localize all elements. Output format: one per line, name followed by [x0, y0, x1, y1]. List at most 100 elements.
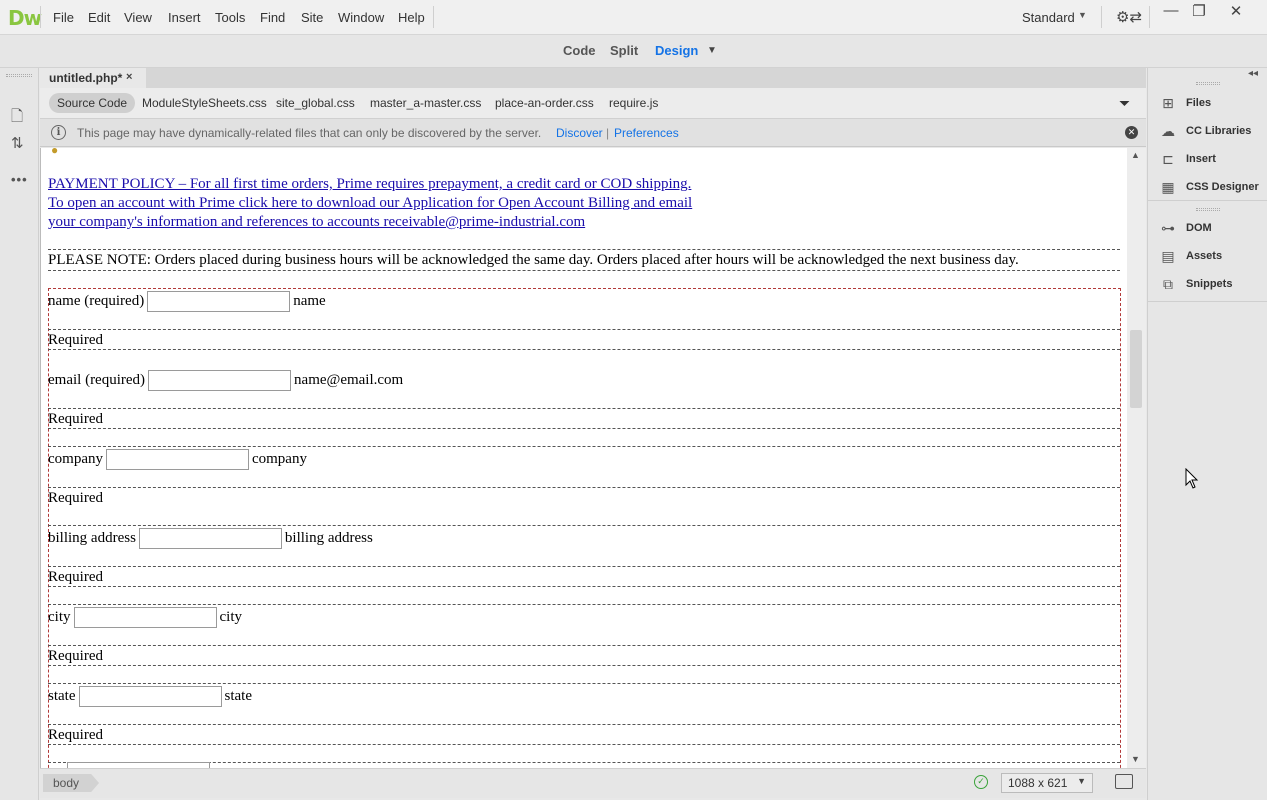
minimize-icon[interactable]: — — [1158, 2, 1184, 19]
grip-handle[interactable] — [6, 74, 32, 77]
menu-file[interactable]: File — [53, 10, 74, 25]
dashed-divider — [48, 270, 1120, 271]
status-bar: body ✓ 1088 x 621 ▼ — [40, 768, 1146, 798]
divider — [1148, 301, 1267, 302]
dashed-divider — [48, 329, 1120, 330]
chevron-down-icon[interactable]: ▼ — [1078, 10, 1087, 20]
related-file[interactable]: require.js — [609, 96, 658, 110]
view-design-button[interactable]: Design — [655, 43, 698, 58]
assets-icon: ▤ — [1161, 247, 1175, 264]
left-toolbar: 🗋 ⇅ ••• — [0, 68, 39, 800]
field-label: name (required) — [48, 293, 145, 309]
state-input[interactable] — [78, 686, 222, 707]
field-label: email (required) — [48, 372, 146, 388]
vertical-scrollbar[interactable]: ▲ ▼ — [1127, 148, 1146, 768]
menu-help[interactable]: Help — [398, 10, 425, 25]
grip-handle[interactable] — [1196, 82, 1220, 85]
tag-selector-body[interactable]: body — [43, 774, 100, 792]
related-file[interactable]: site_global.css — [276, 96, 355, 110]
dashed-divider — [48, 604, 1120, 605]
billing-address-input[interactable] — [138, 528, 282, 549]
live-preview-icon[interactable] — [1115, 774, 1133, 789]
grip-handle[interactable] — [1196, 208, 1220, 211]
menu-tools[interactable]: Tools — [215, 10, 245, 25]
panel-dom[interactable]: ⊶ DOM — [1158, 217, 1212, 239]
info-icon: i — [51, 125, 66, 140]
discover-link[interactable]: Discover — [556, 126, 603, 140]
panel-css-designer[interactable]: ▦ CSS Designer — [1158, 176, 1258, 198]
form-row-email: email (required) name@email.com — [48, 370, 403, 391]
field-label: city — [48, 609, 71, 625]
company-input[interactable] — [105, 449, 249, 470]
close-icon[interactable]: × — [126, 71, 132, 83]
scroll-up-icon[interactable]: ▲ — [1131, 150, 1140, 160]
related-file[interactable]: place-an-order.css — [495, 96, 594, 110]
close-icon[interactable]: ✕ — [1223, 2, 1249, 20]
divider — [1149, 6, 1150, 28]
divider — [1101, 6, 1102, 28]
file-transfer-icon[interactable]: ⇅ — [11, 134, 24, 152]
required-text: Required — [48, 648, 103, 664]
panel-insert[interactable]: ⊏ Insert — [1158, 148, 1216, 170]
sync-settings-icon[interactable]: ⚙⇄ — [1116, 8, 1142, 26]
panel-cc-libraries[interactable]: ☁ CC Libraries — [1158, 120, 1251, 142]
divider — [433, 6, 434, 28]
email-input[interactable] — [148, 370, 292, 391]
dashed-divider — [48, 525, 1120, 526]
filter-icon[interactable]: ⏷ — [1119, 95, 1130, 112]
form-row-name: name (required) name — [48, 291, 326, 312]
divider — [40, 6, 41, 28]
form-row-city: city city — [48, 607, 242, 628]
menu-view[interactable]: View — [124, 10, 152, 25]
field-hint: state — [224, 688, 253, 704]
form-row-state: state state — [48, 686, 252, 707]
insert-icon: ⊏ — [1162, 150, 1174, 167]
related-file-source-code[interactable]: Source Code — [49, 93, 136, 113]
more-icon[interactable]: ••• — [11, 172, 28, 187]
dashed-divider — [48, 408, 1120, 409]
menu-window[interactable]: Window — [338, 10, 384, 25]
required-text: Required — [48, 411, 103, 427]
dashed-divider — [48, 645, 1120, 646]
name-input[interactable] — [147, 291, 291, 312]
maximize-icon[interactable]: ❐ — [1186, 2, 1212, 20]
close-icon[interactable]: ✕ — [1125, 126, 1138, 139]
document-tab-title: untitled.php* — [49, 71, 123, 85]
window-size-select[interactable]: 1088 x 621 ▼ — [1001, 773, 1093, 793]
document-tabs: untitled.php* × — [40, 68, 1146, 88]
dom-tree-icon: ⊶ — [1161, 219, 1175, 236]
menu-find[interactable]: Find — [260, 10, 285, 25]
workspace-switcher[interactable]: Standard — [1022, 10, 1075, 25]
scroll-down-icon[interactable]: ▼ — [1131, 754, 1140, 764]
info-separator: | — [606, 126, 610, 140]
collapse-panels-icon[interactable]: ◂◂ — [1248, 68, 1258, 79]
panel-files[interactable]: ⊞ Files — [1158, 92, 1211, 114]
menu-insert[interactable]: Insert — [168, 10, 201, 25]
document-tab[interactable]: untitled.php* × — [40, 68, 146, 88]
menu-site[interactable]: Site — [301, 10, 323, 25]
chevron-down-icon[interactable]: ▼ — [707, 45, 717, 56]
info-message: This page may have dynamically-related f… — [77, 126, 542, 140]
view-split-button[interactable]: Split — [610, 43, 638, 58]
divider — [1148, 200, 1267, 201]
dashed-divider — [48, 724, 1120, 725]
payment-policy-link[interactable]: PAYMENT POLICY – For all first time orde… — [48, 176, 691, 193]
related-file[interactable]: master_a-master.css — [370, 96, 481, 110]
form-row-company: company company — [48, 449, 307, 470]
accounts-email-link[interactable]: your company's information and reference… — [48, 214, 585, 231]
field-hint: city — [219, 609, 243, 625]
view-code-button[interactable]: Code — [563, 43, 596, 58]
panel-assets[interactable]: ▤ Assets — [1158, 245, 1222, 267]
scrollbar-thumb[interactable] — [1130, 330, 1142, 408]
menu-edit[interactable]: Edit — [88, 10, 110, 25]
preferences-link[interactable]: Preferences — [614, 126, 679, 140]
related-file[interactable]: ModuleStyleSheets.css — [142, 96, 267, 110]
new-file-icon[interactable]: 🗋 — [11, 106, 23, 131]
panel-snippets[interactable]: ⧉ Snippets — [1158, 273, 1232, 295]
dashed-divider — [48, 349, 1120, 350]
city-input[interactable] — [73, 607, 217, 628]
view-switcher-bar: Code Split Design ▼ — [0, 35, 1267, 68]
field-hint: name — [293, 293, 326, 309]
open-account-link[interactable]: To open an account with Prime click here… — [48, 195, 692, 212]
design-view[interactable]: ● PAYMENT POLICY – For all first time or… — [40, 148, 1146, 768]
